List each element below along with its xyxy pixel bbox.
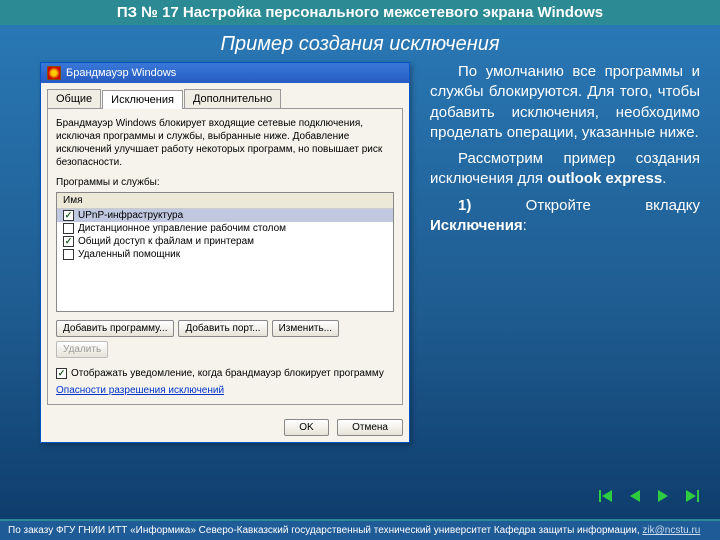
- footer-text: По заказу ФГУ ГНИИ ИТТ «Информика» Север…: [8, 525, 642, 536]
- nav-next-icon[interactable]: [652, 486, 674, 506]
- list-item-label: Общий доступ к файлам и принтерам: [78, 236, 254, 247]
- tab-exceptions[interactable]: Исключения: [102, 90, 183, 109]
- list-item[interactable]: Удаленный помощник: [57, 248, 393, 261]
- notify-label: Отображать уведомление, когда брандмауэр…: [71, 368, 384, 379]
- paragraph-2: Рассмотрим пример создания исключения дл…: [430, 149, 700, 190]
- firewall-icon: [47, 66, 61, 80]
- nav-first-icon[interactable]: [596, 486, 618, 506]
- list-item[interactable]: Общий доступ к файлам и принтерам: [57, 235, 393, 248]
- tab-description: Брандмауэр Windows блокирует входящие се…: [56, 117, 394, 169]
- list-item-label: UPnP-инфраструктура: [78, 210, 183, 221]
- checkbox-icon[interactable]: [63, 236, 74, 247]
- page-header: ПЗ № 17 Настройка персонального межсетев…: [0, 0, 720, 25]
- firewall-window: Брандмауэр Windows Общие Исключения Допо…: [40, 62, 410, 443]
- window-title: Брандмауэр Windows: [66, 67, 176, 79]
- delete-button[interactable]: Удалить: [56, 341, 108, 358]
- cancel-button[interactable]: Отмена: [337, 419, 403, 436]
- tab-advanced[interactable]: Дополнительно: [184, 89, 281, 108]
- risk-link[interactable]: Опасности разрешения исключений: [56, 385, 224, 396]
- edit-button[interactable]: Изменить...: [272, 320, 339, 337]
- add-program-button[interactable]: Добавить программу...: [56, 320, 174, 337]
- programs-list[interactable]: Имя UPnP-инфраструктура Дистанционное уп…: [56, 192, 394, 312]
- ok-button[interactable]: OK: [284, 419, 328, 436]
- footer-email-link[interactable]: zik@ncstu.ru: [642, 525, 700, 536]
- page-subtitle: Пример создания исключения: [0, 33, 720, 56]
- checkbox-icon[interactable]: [63, 223, 74, 234]
- footer: По заказу ФГУ ГНИИ ИТТ «Информика» Север…: [0, 519, 720, 540]
- list-item[interactable]: Дистанционное управление рабочим столом: [57, 222, 393, 235]
- list-item[interactable]: UPnP-инфраструктура: [57, 209, 393, 222]
- paragraph-1: По умолчанию все программы и службы блок…: [430, 62, 700, 143]
- col-header-name[interactable]: Имя: [57, 193, 393, 209]
- nav-icons: [596, 486, 702, 506]
- tab-body: Брандмауэр Windows блокирует входящие се…: [47, 108, 403, 405]
- nav-last-icon[interactable]: [680, 486, 702, 506]
- list-item-label: Дистанционное управление рабочим столом: [78, 223, 286, 234]
- tabs-container: Общие Исключения Дополнительно: [41, 83, 409, 108]
- checkbox-icon[interactable]: [63, 210, 74, 221]
- add-port-button[interactable]: Добавить порт...: [178, 320, 267, 337]
- tab-general[interactable]: Общие: [47, 89, 101, 108]
- notify-checkbox[interactable]: [56, 368, 67, 379]
- checkbox-icon[interactable]: [63, 249, 74, 260]
- window-titlebar[interactable]: Брандмауэр Windows: [41, 63, 409, 83]
- paragraph-3: 1) Откройте вкладку Исключения:: [430, 196, 700, 237]
- list-label: Программы и службы:: [56, 177, 394, 188]
- instruction-text: По умолчанию все программы и службы блок…: [430, 62, 700, 443]
- list-item-label: Удаленный помощник: [78, 249, 180, 260]
- nav-prev-icon[interactable]: [624, 486, 646, 506]
